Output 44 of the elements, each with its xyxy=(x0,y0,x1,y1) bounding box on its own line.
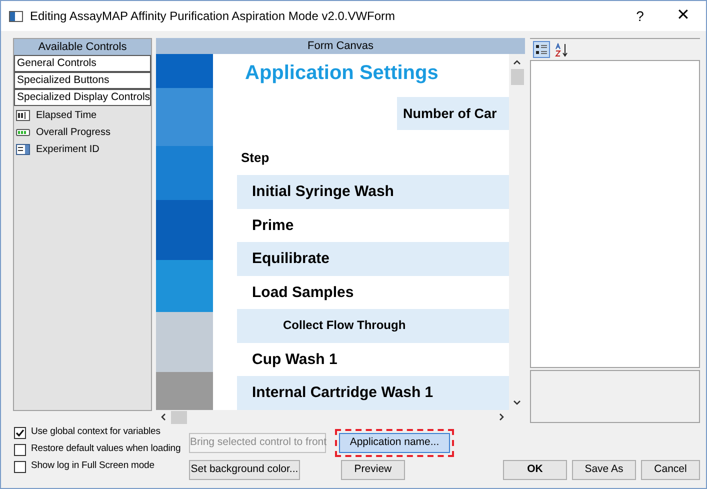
scroll-right-icon[interactable] xyxy=(499,413,505,421)
control-item[interactable]: Overall Progress xyxy=(36,125,110,140)
category-tab[interactable]: Specialized Display Controls xyxy=(14,89,151,106)
scroll-up-icon[interactable] xyxy=(513,59,521,65)
window-icon xyxy=(9,10,23,22)
step-header: Step xyxy=(240,149,270,167)
close-button[interactable]: ✕ xyxy=(660,4,706,28)
window-title: Editing AssayMAP Affinity Purification Aspiration Mode v2.0.VWForm xyxy=(30,8,396,25)
scroll-down-icon[interactable] xyxy=(513,400,521,406)
categorized-icon xyxy=(536,44,547,55)
dialog-button[interactable]: Cancel xyxy=(640,460,700,480)
textbox-icon xyxy=(16,110,30,121)
progress-bar-icon xyxy=(16,127,30,138)
dialog-button[interactable]: Set background color... xyxy=(188,460,300,480)
control-item[interactable]: Experiment ID xyxy=(36,142,100,157)
categorized-button[interactable] xyxy=(533,41,550,58)
sort-icon xyxy=(554,42,568,56)
scroll-thumb[interactable] xyxy=(171,410,187,424)
dialog-button[interactable]: Preview xyxy=(340,460,405,480)
step-row: Internal Cartridge Wash 1 xyxy=(237,376,509,410)
dialog-button[interactable]: Save As xyxy=(572,460,636,480)
checkbox[interactable] xyxy=(14,460,26,472)
help-button[interactable]: ? xyxy=(620,6,660,26)
dialog-button[interactable]: OK xyxy=(502,460,567,480)
checkbox-label[interactable]: Restore default values when loading xyxy=(31,442,181,457)
step-row: Equilibrate xyxy=(237,242,509,276)
sort-button[interactable] xyxy=(553,41,570,58)
checkbox-label[interactable]: Use global context for variables xyxy=(31,425,160,440)
form-title: Application Settings xyxy=(244,61,440,86)
number-label: Number of Car xyxy=(397,97,509,130)
panel-header: Form Canvas xyxy=(156,38,525,54)
checkbox-label[interactable]: Show log in Full Screen mode xyxy=(31,459,154,474)
scroll-thumb[interactable] xyxy=(510,69,524,85)
category-tab[interactable]: Specialized Buttons xyxy=(14,72,151,89)
combo-box-icon xyxy=(16,144,30,155)
category-tab[interactable]: General Controls xyxy=(14,55,151,72)
checkbox[interactable] xyxy=(14,426,26,438)
step-row: Collect Flow Through xyxy=(237,309,509,342)
dialog-button[interactable]: Application name... xyxy=(338,433,450,453)
control-item[interactable]: Elapsed Time xyxy=(36,108,97,123)
panel-header: Available Controls xyxy=(14,39,151,55)
scroll-left-icon[interactable] xyxy=(160,413,166,421)
checkbox[interactable] xyxy=(14,444,26,456)
step-row: Initial Syringe Wash xyxy=(237,175,509,208)
